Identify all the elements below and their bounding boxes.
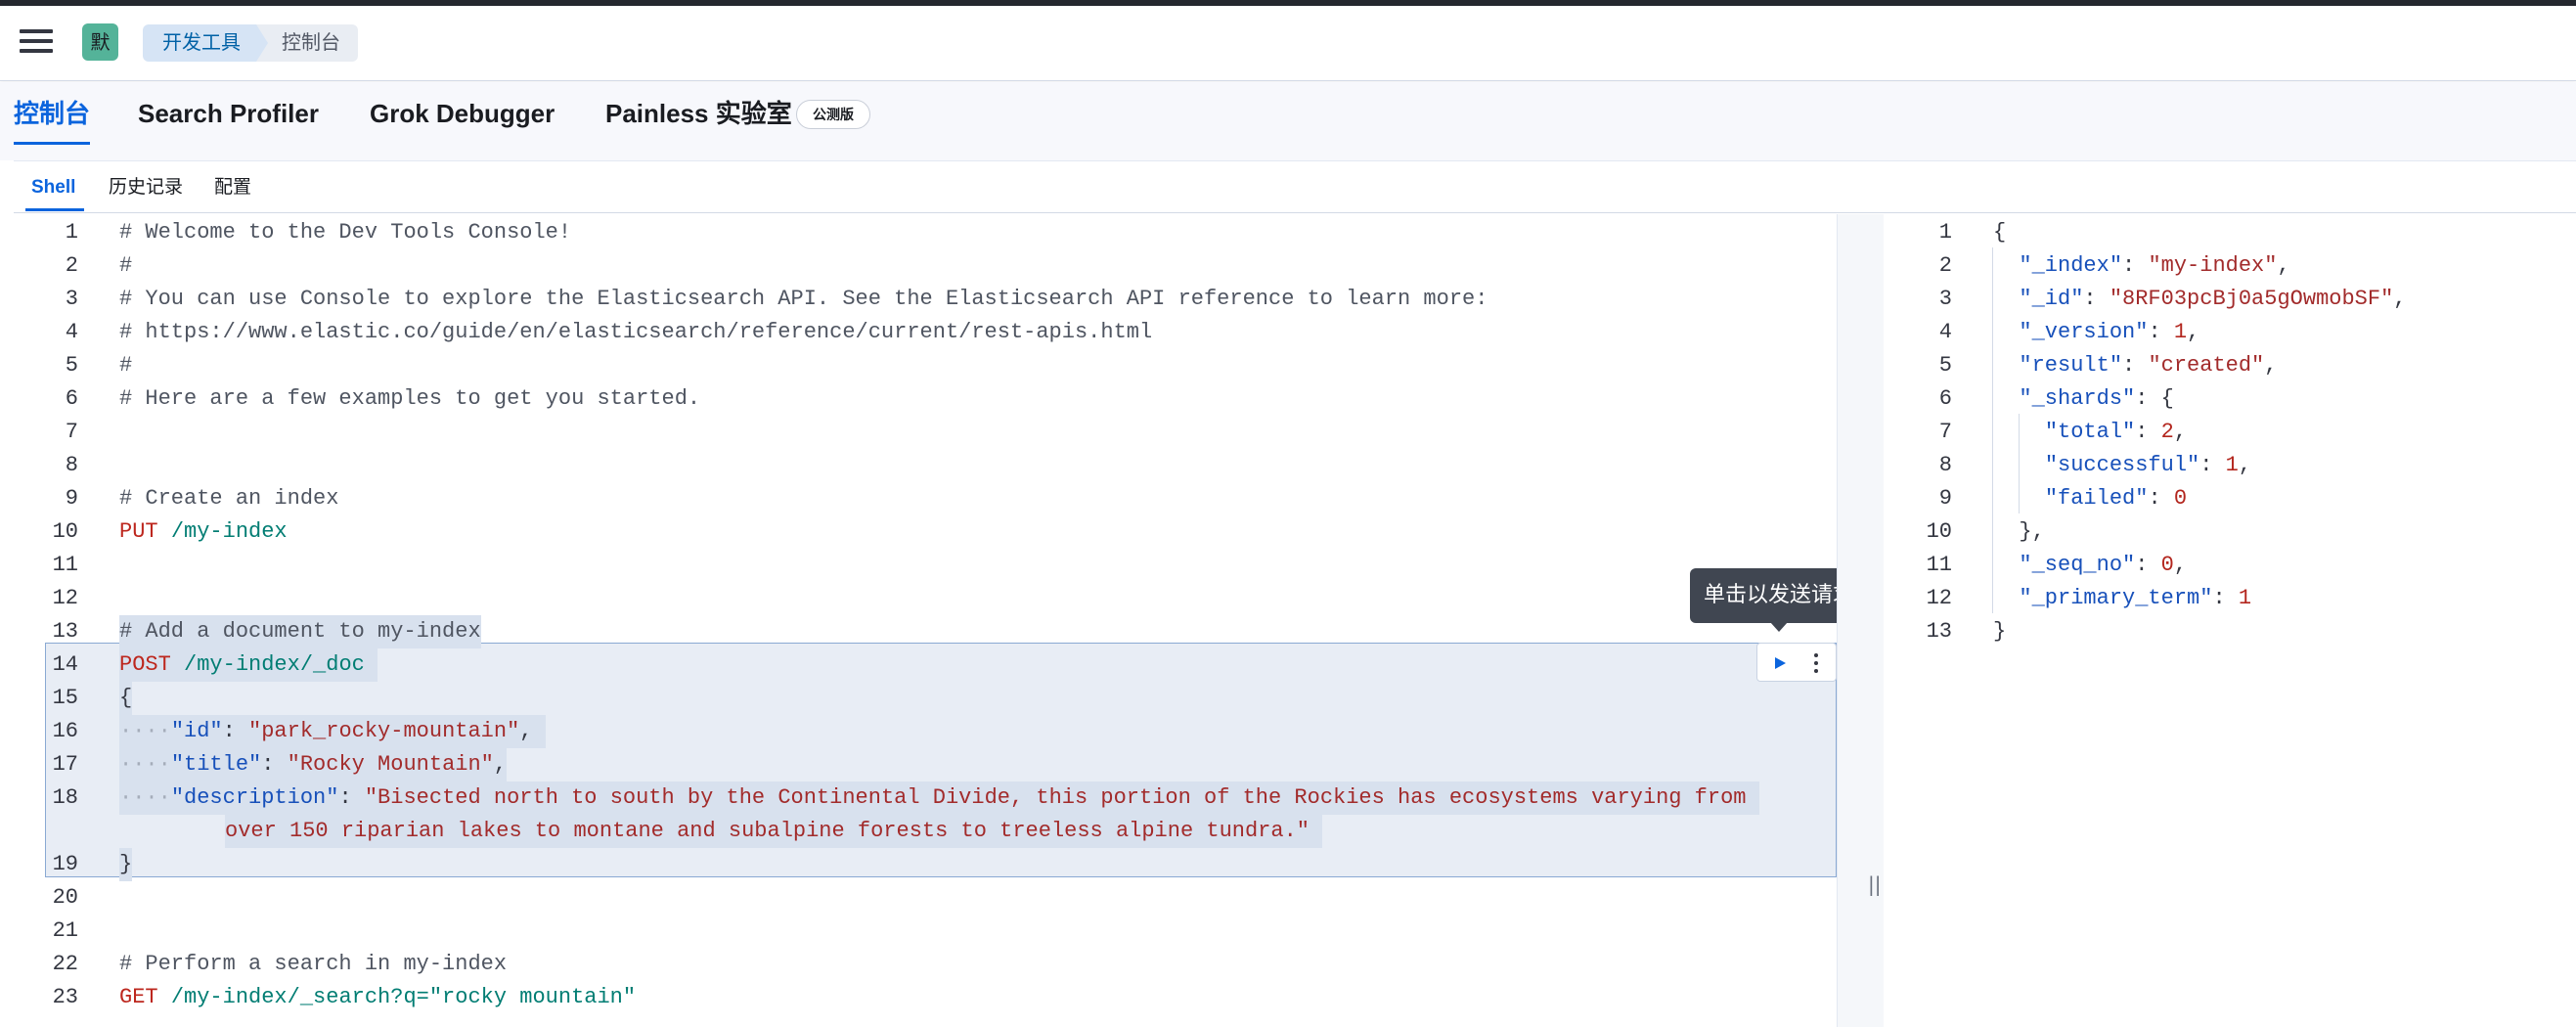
- editor-line: 12: [52, 586, 78, 610]
- more-options-icon[interactable]: [1806, 649, 1826, 677]
- output-line: 5 "result": "created",: [1938, 353, 2278, 378]
- editor-line: 19}: [14, 848, 1837, 881]
- dev-tools-tabs: 控制台 Search Profiler Grok Debugger Painle…: [0, 82, 2576, 160]
- editor-line: 9 # Create an index: [65, 486, 339, 511]
- response-output: 1{ 2 "_index": "my-index", 3 "_id": "8RF…: [1884, 214, 2576, 1027]
- editor-line: 10 PUT /my-index: [52, 519, 288, 544]
- output-line: 13}: [1926, 619, 2007, 644]
- editor-line: 13 # Add a document to my-index: [14, 615, 1837, 648]
- indent-guide: [1992, 247, 1993, 613]
- output-line: 7 "total": 2,: [1938, 420, 2188, 444]
- beta-badge: 公测版: [796, 100, 870, 129]
- output-line: 10 },: [1926, 519, 2045, 544]
- active-subtab-indicator: [25, 208, 84, 211]
- indent-guide: [2019, 414, 2020, 514]
- tab-painless-lab[interactable]: Painless 实验室: [605, 82, 792, 145]
- editor-line: 20: [52, 885, 78, 910]
- tab-grok-debugger[interactable]: Grok Debugger: [370, 82, 555, 145]
- pane-resizer[interactable]: [1837, 214, 1884, 1027]
- output-line: 6 "_shards": {: [1938, 386, 2174, 411]
- output-line: 8 "successful": 1,: [1938, 453, 2252, 477]
- editor-line: 11: [52, 553, 78, 577]
- editor-line: 16 ····"id": "park_rocky-mountain",: [14, 715, 1837, 748]
- editor-line: 21: [52, 918, 78, 943]
- editor-line: 5 #: [65, 353, 133, 378]
- space-avatar[interactable]: 默: [82, 23, 118, 61]
- breadcrumb-console: 控制台: [256, 24, 358, 62]
- output-line: 3 "_id": "8RF03pcBj0a5gOwmobSF",: [1938, 287, 2407, 311]
- editor-line: 23 GET /my-index/_search?q="rocky mountai…: [52, 985, 637, 1009]
- request-editor[interactable]: 1 # Welcome to the Dev Tools Console! 2 # …: [14, 214, 1837, 1027]
- editor-line: 22 # Perform a search in my-index: [52, 952, 508, 976]
- resize-handle-icon[interactable]: ||: [1868, 872, 1881, 896]
- editor-line-wrap: over 150 riparian lakes to montane and s…: [14, 815, 1837, 848]
- output-line: 1{: [1938, 220, 2007, 245]
- editor-line: 8: [65, 453, 78, 477]
- console-subtabs: Shell 历史记录 配置: [14, 160, 2576, 213]
- tab-console[interactable]: 控制台: [14, 82, 91, 145]
- editor-line: 17 ····"title": "Rocky Mountain",: [14, 748, 1837, 781]
- editor-line: 6 # Here are a few examples to get you st…: [65, 386, 701, 411]
- app-header: 默 开发工具 控制台: [0, 6, 2576, 81]
- output-line: 4 "_version": 1,: [1938, 320, 2200, 344]
- subtab-config[interactable]: 配置: [214, 176, 251, 200]
- tab-search-profiler[interactable]: Search Profiler: [138, 82, 319, 145]
- output-line: 2 "_index": "my-index",: [1938, 253, 2290, 278]
- subtab-history[interactable]: 历史记录: [109, 176, 183, 200]
- editor-line: 14 POST /my-index/_doc: [14, 648, 1837, 682]
- output-line: 12 "_primary_term": 1: [1926, 586, 2252, 610]
- menu-icon[interactable]: [20, 29, 53, 59]
- subtab-shell[interactable]: Shell: [31, 176, 75, 200]
- output-line: 11 "_seq_no": 0,: [1926, 553, 2188, 577]
- editor-line: 7: [65, 420, 78, 444]
- editor-line: 3 # You can use Console to explore the El…: [65, 287, 1488, 311]
- editor-line: 1 # Welcome to the Dev Tools Console!: [65, 220, 572, 245]
- play-icon[interactable]: [1767, 651, 1793, 675]
- editor-line: 18 ····"description": "Bisected north to …: [14, 781, 1837, 815]
- editor-line: 15{: [14, 682, 1837, 715]
- output-line: 9 "failed": 0: [1938, 486, 2188, 511]
- editor-line: 4 # https://www.elastic.co/guide/en/elast…: [65, 320, 1153, 344]
- tooltip-arrow: [1770, 622, 1788, 632]
- request-actions: [1756, 643, 1837, 682]
- breadcrumb-dev-tools[interactable]: 开发工具: [143, 24, 274, 62]
- editor-line: 2 #: [65, 253, 133, 278]
